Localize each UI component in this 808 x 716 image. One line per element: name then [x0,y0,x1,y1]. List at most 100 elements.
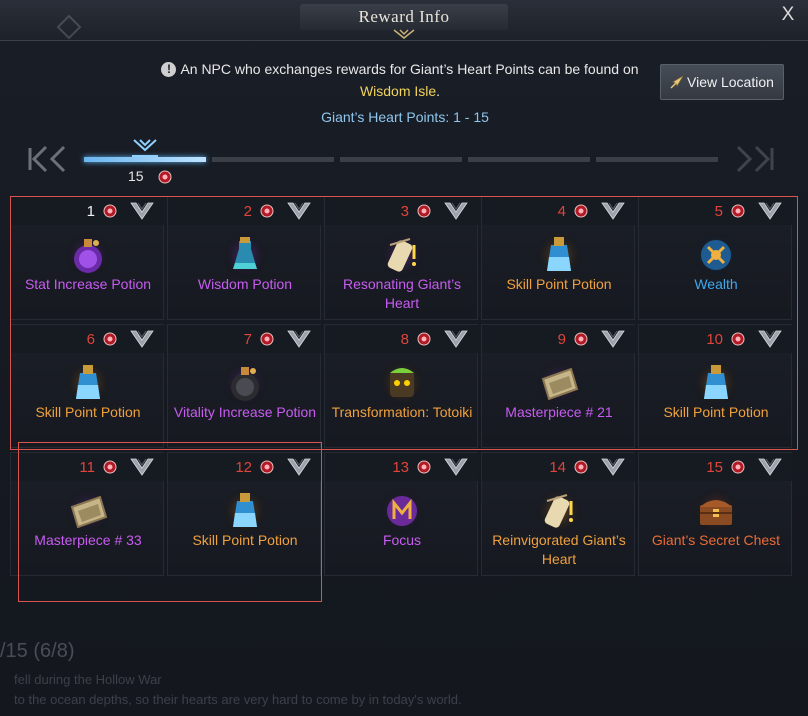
skill-point-potion-icon [64,359,112,407]
skill-point-potion-icon [692,359,740,407]
heart-point-token-icon [103,332,117,346]
rank-emblem-icon [130,330,154,348]
stat-increase-potion-icon [64,231,112,279]
reward-name: Masterpiece # 33 [34,532,142,548]
reward-name: Masterpiece # 21 [505,404,613,420]
heart-point-token-icon [574,204,588,218]
wealth-rune-icon [692,231,740,279]
background-counter: /15 (6/8) [0,640,75,662]
info-text-before: An NPC who exchanges rewards for Giant’s… [180,61,639,77]
reward-tier-number: 13 [392,459,409,476]
location-pin-icon [670,75,684,89]
reward-name: Skill Point Potion [192,532,298,548]
reward-info-window: Reward Info X ! An NPC who exchanges rewa… [0,0,808,716]
rank-emblem-icon [601,458,625,476]
npc-info-text: ! An NPC who exchanges rewards for Giant’… [150,58,650,102]
reward-tier-number: 15 [706,459,723,476]
reward-cell[interactable]: 1 Stat Increase Potion [10,196,165,320]
title-ornament-icon [393,29,415,39]
view-location-label: View Location [687,74,774,90]
reward-cell[interactable]: 15 Giant’s Secret Chest [638,452,793,576]
reward-name: Resonating Giant’s Heart [342,276,462,311]
reward-cell[interactable]: 5 Wealth [638,196,793,320]
heart-point-token-icon [731,460,745,474]
reward-tier-number: 2 [243,203,252,220]
wisdom-potion-icon [221,231,269,279]
heart-point-token-icon [158,170,172,184]
reward-cell[interactable]: 14 Reinvigorated Giant’s Heart [481,452,636,576]
reward-tier-number: 5 [714,203,723,220]
heart-point-token-icon [260,460,274,474]
reward-cell[interactable]: 2 Wisdom Potion [167,196,322,320]
reward-tier-number: 1 [86,203,95,220]
reward-cell[interactable]: 3 Resonating Giant’s Heart [324,196,479,320]
current-tier-points: 15 [128,168,144,184]
heart-point-token-icon [417,460,431,474]
reward-name: Reinvigorated Giant’s Heart [492,532,626,567]
rank-emblem-icon [601,202,625,220]
reward-name: Stat Increase Potion [24,276,152,292]
reward-name: Skill Point Potion [506,276,612,292]
reward-cell[interactable]: 9 Masterpiece # 21 [481,324,636,448]
first-page-icon[interactable] [24,142,70,176]
masterpiece-painting-icon [535,359,583,407]
reward-name: Transformation: Totoiki [331,404,473,420]
reward-tier-number: 11 [79,459,95,476]
reward-tier-number: 4 [557,203,566,220]
rank-emblem-icon [130,458,154,476]
rank-emblem-icon [444,202,468,220]
reward-cell[interactable]: 4 Skill Point Potion [481,196,636,320]
reward-name: Skill Point Potion [663,404,769,420]
reward-name: Focus [382,532,422,548]
reward-cell[interactable]: 7 Vitality Increase Potion [167,324,322,448]
focus-rune-icon [378,487,426,535]
location-link[interactable]: Wisdom Isle [360,83,436,99]
reward-cell[interactable]: 8 Transformation: Totoiki [324,324,479,448]
reward-cell[interactable]: 10 Skill Point Potion [638,324,793,448]
heart-point-token-icon [417,332,431,346]
title-bar: Reward Info X [0,0,808,41]
heart-point-token-icon [260,204,274,218]
vitality-increase-potion-icon [221,359,269,407]
reward-cell[interactable]: 12 Skill Point Potion [167,452,322,576]
info-icon: ! [161,62,177,77]
transformation-totoiki-icon [378,359,426,407]
view-location-button[interactable]: View Location [660,64,784,100]
current-tier-marker-icon [132,139,158,157]
skill-point-potion-icon [221,487,269,535]
last-page-icon[interactable] [732,142,778,176]
rank-emblem-icon [287,458,311,476]
reward-cell[interactable]: 11 Masterpiece # 33 [10,452,165,576]
progress-segment-5 [596,157,718,162]
rank-emblem-icon [758,202,782,220]
heart-point-token-icon [731,332,745,346]
rank-emblem-icon [601,330,625,348]
heart-point-token-icon [417,204,431,218]
heart-point-token-icon [260,332,274,346]
reward-name: Vitality Increase Potion [173,404,317,420]
reward-tier-number: 14 [549,459,566,476]
reward-tier-number: 6 [86,331,95,348]
heart-point-token-icon [103,460,117,474]
reward-cell[interactable]: 6 Skill Point Potion [10,324,165,448]
reward-tier-number: 9 [557,331,566,348]
close-button[interactable]: X [776,3,800,27]
heart-point-token-icon [574,460,588,474]
info-text-after: . [436,83,441,99]
reward-name: Wealth [694,276,738,292]
progress-segment-3 [340,157,462,162]
reward-name: Giant’s Secret Chest [651,532,781,548]
reward-tier-number: 12 [235,459,252,476]
points-range-label: Giant’s Heart Points: 1 - 15 [321,109,489,125]
reward-cell[interactable]: 13 Focus [324,452,479,576]
background-lore-line-1: fell during the Hollow War [14,672,162,687]
progress-segment-2 [212,157,334,162]
rank-emblem-icon [287,330,311,348]
reward-name: Skill Point Potion [35,404,141,420]
rank-emblem-icon [444,330,468,348]
heart-point-token-icon [574,332,588,346]
heart-point-token-icon [103,204,117,218]
giants-secret-chest-icon [692,487,740,535]
reward-tier-number: 10 [706,331,723,348]
resonating-giants-heart-icon [378,231,426,279]
